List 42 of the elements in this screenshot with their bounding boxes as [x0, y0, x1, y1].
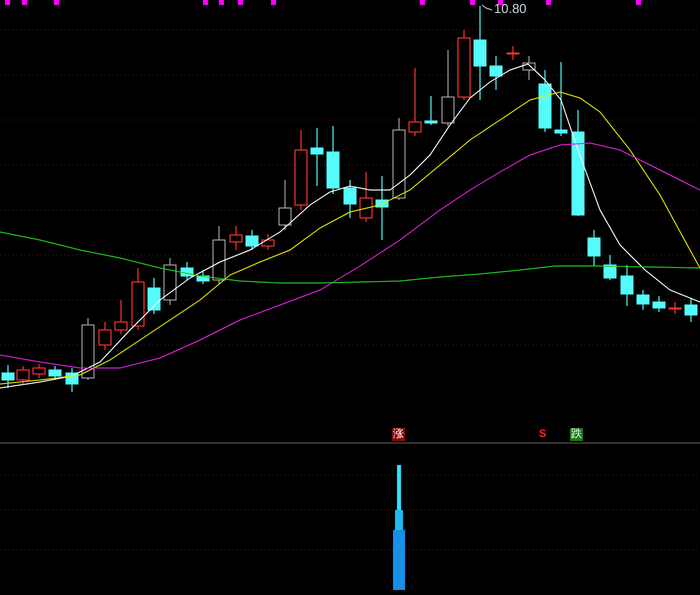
candlestick: [114, 300, 128, 334]
candlestick: [408, 68, 422, 136]
candlestick: [506, 46, 520, 60]
candlestick: [604, 254, 616, 280]
candlestick: [16, 366, 30, 384]
candlestick: [636, 290, 650, 310]
sell-signal: S: [539, 427, 546, 441]
candlestick: [522, 56, 536, 80]
candlestick: [212, 226, 226, 284]
candlestick: [82, 318, 94, 380]
candlestick: [48, 366, 62, 380]
candlestick: [164, 258, 176, 306]
candlestick: [588, 230, 600, 266]
candlestick: [538, 70, 552, 132]
candlestick: [326, 126, 340, 194]
candlestick: [98, 322, 112, 350]
candlestick: [490, 56, 502, 90]
high-price-label: 10.80: [494, 2, 527, 15]
candlestick: [684, 298, 698, 322]
candlestick: [246, 230, 258, 250]
candlestick: [668, 302, 682, 314]
candlestick: [262, 234, 274, 250]
candlestick: [66, 368, 78, 392]
signal-badge: 涨: [392, 428, 405, 441]
candlestick: [148, 278, 160, 314]
candlestick: [344, 180, 356, 218]
signal-badge: 跌: [570, 428, 583, 441]
candlestick: [180, 262, 194, 280]
candlestick: [2, 364, 14, 388]
candlestick: [360, 172, 372, 222]
candlestick: [652, 296, 666, 312]
leader-line: [482, 4, 492, 10]
candlestick: [196, 270, 210, 284]
candlestick: [310, 128, 324, 186]
candlestick: [278, 180, 292, 230]
candlestick: [424, 96, 438, 126]
candlestick: [620, 264, 634, 306]
candlestick: [132, 268, 144, 330]
candlestick: [458, 30, 470, 100]
candlestick: [376, 176, 388, 240]
candlestick: [32, 364, 46, 378]
candlestick: [230, 226, 242, 250]
